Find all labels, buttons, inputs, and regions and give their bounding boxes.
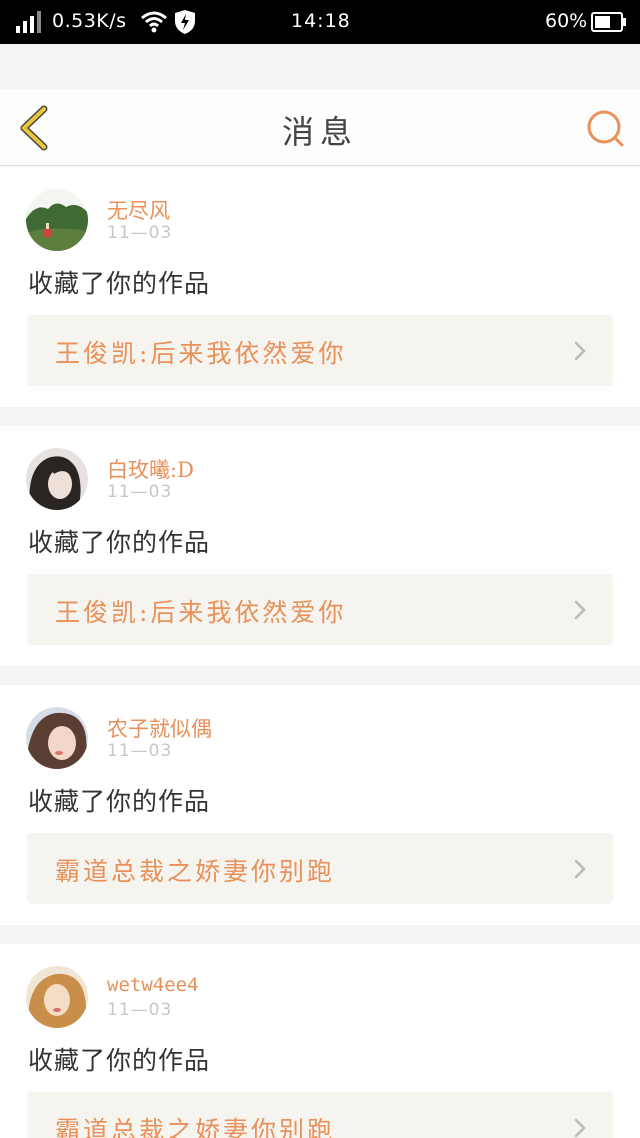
avatar[interactable] — [26, 189, 88, 251]
work-title: 霸道总裁之娇妻你别跑 — [55, 1116, 336, 1138]
header-bar: 消息 — [0, 89, 640, 166]
notification-date: 11—03 — [107, 482, 173, 502]
notification-card: 白玫曦:D 11—03 收藏了你的作品 王俊凯:后来我依然爱你 — [0, 426, 640, 666]
notification-date: 11—03 — [107, 223, 173, 243]
search-button[interactable] — [584, 107, 626, 149]
battery-icon — [591, 12, 626, 32]
shield-bolt-icon — [175, 10, 195, 34]
work-title: 王俊凯:后来我依然爱你 — [55, 339, 347, 368]
chevron-right-icon — [574, 600, 586, 620]
page-title: 消息 — [281, 113, 358, 151]
work-title: 霸道总裁之娇妻你别跑 — [55, 857, 336, 886]
network-speed: 0.53K/s — [52, 10, 127, 32]
search-icon — [587, 110, 624, 147]
notification-date: 11—03 — [107, 1000, 173, 1020]
chevron-right-icon — [574, 1118, 586, 1138]
notification-card: 农子就似偶 11—03 收藏了你的作品 霸道总裁之娇妻你别跑 — [0, 685, 640, 925]
username-link[interactable]: 无尽风 — [107, 195, 170, 225]
username-link[interactable]: 农子就似偶 — [107, 713, 212, 743]
notification-action: 收藏了你的作品 — [28, 528, 211, 557]
work-title: 王俊凯:后来我依然爱你 — [55, 598, 347, 627]
chevron-right-icon — [574, 341, 586, 361]
chevron-right-icon — [574, 859, 586, 879]
work-link[interactable]: 王俊凯:后来我依然爱你 — [27, 315, 613, 386]
signal-icon — [16, 11, 41, 33]
username-link[interactable]: wetw4ee4 — [107, 974, 199, 996]
notification-date: 11—03 — [107, 741, 173, 761]
app-screen: 0.53K/s 14:18 60% 消息 无尽风 11—03 收藏了你的作品 王… — [0, 0, 640, 1138]
status-bar: 0.53K/s 14:18 60% — [0, 0, 640, 44]
notification-action: 收藏了你的作品 — [28, 1046, 211, 1075]
battery-percent: 60% — [545, 10, 588, 32]
avatar[interactable] — [26, 448, 88, 510]
notification-action: 收藏了你的作品 — [28, 787, 211, 816]
work-link[interactable]: 王俊凯:后来我依然爱你 — [27, 574, 613, 645]
notification-card: wetw4ee4 11—03 收藏了你的作品 霸道总裁之娇妻你别跑 — [0, 944, 640, 1138]
clock: 14:18 — [291, 10, 351, 32]
username-link[interactable]: 白玫曦:D — [107, 454, 194, 484]
work-link[interactable]: 霸道总裁之娇妻你别跑 — [27, 1092, 613, 1138]
notification-card: 无尽风 11—03 收藏了你的作品 王俊凯:后来我依然爱你 — [0, 167, 640, 407]
notification-action: 收藏了你的作品 — [28, 269, 211, 298]
wifi-icon — [141, 11, 167, 33]
avatar[interactable] — [26, 707, 88, 769]
avatar[interactable] — [26, 966, 88, 1028]
work-link[interactable]: 霸道总裁之娇妻你别跑 — [27, 833, 613, 904]
